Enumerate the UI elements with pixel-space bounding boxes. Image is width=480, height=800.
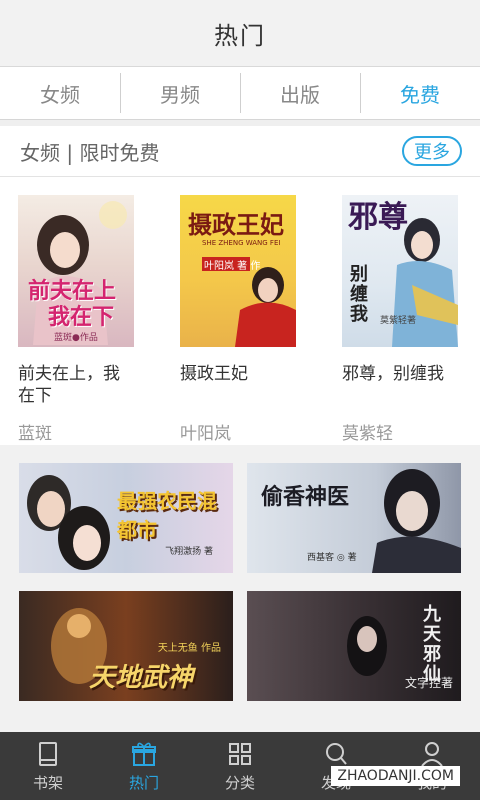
book-author: 蓝斑	[18, 424, 52, 444]
banner-title: 九天邪仙	[423, 604, 441, 685]
nav-label: 热门	[128, 773, 159, 792]
book-title[interactable]: 邪尊，别缠我	[342, 363, 460, 407]
banner-item[interactable]: 偷香神医 西基客 ◎ 著	[247, 463, 461, 573]
book-cover[interactable]: 前夫在上 我在下 蓝斑●作品	[18, 195, 134, 347]
book-item[interactable]: 邪尊 别缠我 莫紫轻著 邪尊，别缠我 莫紫轻	[342, 195, 460, 445]
banner-caption: 天上无鱼 作品	[157, 643, 221, 654]
banner-item[interactable]: 最强农民混都市 飞翔激扬 著	[19, 463, 233, 573]
limited-free-section: 女频 | 限时免费 更多 前夫在上 我在下 蓝斑●作品 前夫在上，我在下 蓝斑	[0, 126, 480, 445]
watermark: ZHAODANJI.COM	[331, 766, 460, 786]
cover-caption: 蓝斑●作品	[54, 333, 98, 343]
cover-subtitle: 别缠我	[350, 264, 368, 325]
bookshelf-icon	[39, 741, 57, 766]
nav-category[interactable]: 分类	[192, 732, 288, 800]
cover-title: 摄政王妃	[188, 211, 284, 239]
gift-icon	[132, 742, 156, 766]
banner-caption: 文字控著	[404, 676, 453, 690]
book-author: 叶阳岚	[180, 424, 231, 444]
banner-item[interactable]: 九天邪仙 文字控著	[247, 591, 461, 701]
book-author: 莫紫轻	[342, 424, 393, 444]
cover-subtitle: SHE ZHENG WANG FEI	[202, 239, 281, 247]
bottom-nav: 书架 热门 分类 发现 我的 ZHAODANJI.COM	[0, 732, 480, 800]
tab-free[interactable]: 免费	[360, 67, 480, 119]
book-title[interactable]: 前夫在上，我在下	[18, 363, 136, 407]
cover-subtitle: 我在下	[48, 305, 115, 330]
book-cover[interactable]: 摄政王妃 SHE ZHENG WANG FEI 叶阳岚 著 作	[180, 195, 296, 347]
cover-caption: 叶阳岚 著 作	[204, 261, 261, 272]
book-list: 前夫在上 我在下 蓝斑●作品 前夫在上，我在下 蓝斑 摄政王妃 SHE ZHEN…	[0, 177, 480, 445]
cover-title: 邪尊	[348, 200, 408, 235]
section-header: 女频 | 限时免费 更多	[0, 126, 480, 177]
section-title: 女频 | 限时免费	[20, 140, 160, 165]
cover-caption: 莫紫轻著	[380, 316, 417, 326]
book-item[interactable]: 摄政王妃 SHE ZHENG WANG FEI 叶阳岚 著 作 摄政王妃 叶阳岚	[180, 195, 298, 445]
banner-grid: 最强农民混都市 飞翔激扬 著 偷香神医 西基客 ◎ 著 天上无鱼 作品 天地武神…	[0, 445, 480, 705]
category-tabs: 女频 男频 出版 免费	[0, 67, 480, 120]
user-icon	[421, 741, 443, 767]
nav-bookshelf[interactable]: 书架	[0, 732, 96, 800]
nav-label: 分类	[224, 773, 255, 792]
search-icon	[326, 742, 347, 765]
nav-popular[interactable]: 热门	[96, 732, 192, 800]
banner-title: 天地武神	[89, 663, 194, 693]
banner-title: 偷香神医	[261, 485, 350, 510]
top-header: 热门	[0, 0, 480, 67]
grid-icon	[229, 742, 251, 765]
book-cover[interactable]: 邪尊 别缠我 莫紫轻著	[342, 195, 458, 347]
nav-label: 书架	[32, 773, 63, 792]
book-item[interactable]: 前夫在上 我在下 蓝斑●作品 前夫在上，我在下 蓝斑	[18, 195, 136, 445]
more-button[interactable]: 更多	[402, 136, 462, 166]
tab-male[interactable]: 男频	[120, 67, 240, 119]
page-title: 热门	[214, 21, 266, 50]
book-title[interactable]: 摄政王妃	[180, 363, 298, 407]
tab-female[interactable]: 女频	[0, 67, 120, 119]
banner-caption: 飞翔激扬 著	[165, 547, 213, 557]
tab-published[interactable]: 出版	[240, 67, 360, 119]
banner-item[interactable]: 天上无鱼 作品 天地武神	[19, 591, 233, 701]
banner-title: 最强农民混都市	[117, 489, 217, 542]
banner-caption: 西基客 ◎ 著	[307, 553, 357, 563]
